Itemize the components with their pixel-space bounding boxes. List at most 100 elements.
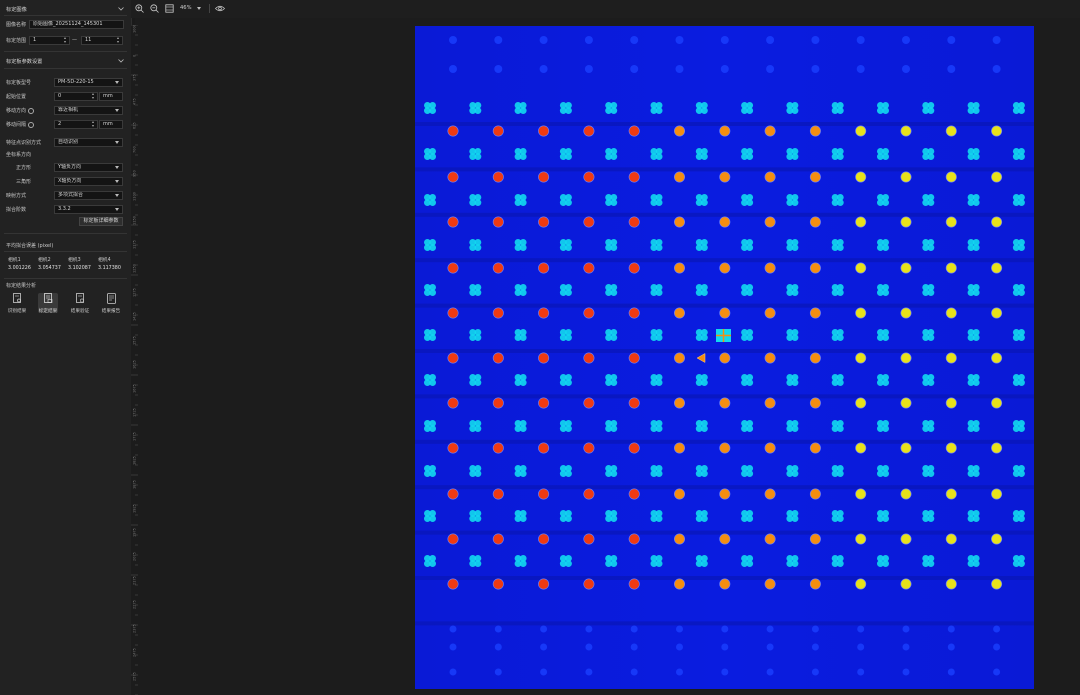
- calibration-dot: [447, 397, 459, 409]
- zoom-out-icon[interactable]: [150, 4, 159, 15]
- tool-recognize-result[interactable]: 识别结果: [7, 293, 27, 314]
- map-label: 映射方式: [6, 193, 27, 199]
- move-dir-select[interactable]: 靠近相机: [54, 105, 123, 115]
- section-board-params-header[interactable]: 标定板参数设置: [0, 55, 131, 67]
- range-from-input[interactable]: 1: [29, 35, 70, 45]
- faint-dot: [766, 36, 775, 44]
- dropdown-arrow-icon: [115, 179, 119, 183]
- calibration-dot: [809, 488, 821, 500]
- marker-cluster-lobe: [474, 515, 482, 522]
- calibration-dot: [538, 216, 550, 228]
- calibration-dot: [538, 533, 550, 545]
- zoom-in-icon[interactable]: [135, 4, 144, 15]
- calibration-dot: [764, 533, 776, 545]
- calibration-dot: [628, 171, 640, 183]
- faint-dot: [630, 65, 639, 73]
- calibration-dot: [719, 307, 731, 319]
- calibration-dot: [583, 578, 595, 590]
- square-direction-select[interactable]: Y轴负方向: [54, 162, 123, 172]
- calibration-dot: [764, 216, 776, 228]
- marker-cluster-lobe: [746, 107, 754, 114]
- start-pos-stepper[interactable]: [90, 93, 95, 100]
- calibration-dot: [447, 216, 459, 228]
- calibration-dot: [945, 397, 957, 409]
- fit-screen-icon[interactable]: [165, 4, 174, 15]
- marker-cluster-lobe: [972, 153, 980, 160]
- board-detail-button[interactable]: 标定板详细参数: [79, 217, 123, 226]
- calibration-dot: [764, 578, 776, 590]
- calibration-dot: [809, 125, 821, 137]
- faint-dot: [902, 65, 910, 73]
- calibration-dot: [492, 216, 504, 228]
- range-to-input[interactable]: 11: [81, 35, 123, 45]
- board-model-select[interactable]: PM-5D-220-15: [54, 77, 123, 87]
- tool-verify-result[interactable]: 结果验证: [70, 293, 90, 314]
- section-calib-image-header[interactable]: 标定图像: [0, 3, 131, 15]
- board-band: [415, 167, 1034, 172]
- marker-cluster-lobe: [746, 244, 754, 252]
- move-step-stepper[interactable]: [90, 121, 95, 128]
- faint-dot: [676, 668, 683, 676]
- feature-select[interactable]: 自动识别: [54, 137, 123, 147]
- faint-dot: [675, 65, 684, 73]
- marker-cluster-lobe: [474, 470, 482, 477]
- calibration-dot: [583, 397, 595, 409]
- marker-cluster-lobe: [927, 289, 935, 296]
- range-to-stepper[interactable]: [115, 37, 120, 44]
- calibration-heatmap-image[interactable]: [415, 26, 1048, 689]
- faint-dot: [494, 36, 503, 44]
- marker-cluster-lobe: [791, 244, 799, 252]
- marker-cluster-lobe: [882, 379, 889, 386]
- ruler-tick-label: 700: [133, 146, 137, 153]
- faint-dot: [811, 65, 820, 73]
- marker-cluster-lobe: [836, 244, 844, 252]
- triangle-direction-select[interactable]: X轴负方向: [54, 176, 123, 186]
- marker-cluster-lobe: [519, 244, 527, 252]
- faint-dot: [721, 668, 729, 676]
- move-step-input[interactable]: 2: [54, 119, 98, 129]
- faint-dot: [630, 668, 638, 676]
- cam-name: 相机1: [8, 258, 21, 263]
- left-panel: 标定图像 图像名称 原始图像_20251124_145301 标定范围 1 — …: [0, 0, 132, 695]
- faint-dot: [585, 625, 593, 633]
- faint-dot: [540, 625, 548, 633]
- start-pos-input[interactable]: 0: [54, 91, 98, 101]
- calibration-dot: [719, 125, 731, 137]
- map-select[interactable]: 多项式拟合: [54, 190, 123, 200]
- chevron-down-icon[interactable]: [117, 5, 125, 13]
- tool-report[interactable]: 结果报告: [101, 293, 121, 314]
- info-icon[interactable]: [27, 107, 34, 114]
- calibration-dot: [809, 578, 821, 590]
- feature-value: 自动识别: [58, 138, 79, 145]
- calibration-dot: [809, 397, 821, 409]
- calibration-dot: [628, 533, 640, 545]
- calibration-dot: [945, 262, 957, 274]
- image-name-field[interactable]: 原始图像_20251124_145301: [29, 19, 124, 29]
- tool-calib-result[interactable]: 标定结果: [38, 293, 58, 314]
- marker-cluster-lobe: [746, 470, 754, 477]
- order-select[interactable]: 3.3.2: [54, 204, 123, 214]
- marker-cluster-lobe: [610, 425, 618, 432]
- zoom-dropdown-icon[interactable]: [197, 7, 201, 10]
- faint-dot: [449, 65, 457, 73]
- calibration-dot: [673, 125, 685, 137]
- eye-icon[interactable]: [215, 4, 225, 15]
- calibration-dot: [945, 533, 957, 545]
- calibration-dot: [809, 262, 821, 274]
- calibration-dot: [447, 171, 459, 183]
- calibration-dot: [945, 578, 957, 590]
- marker-cluster-lobe: [836, 470, 844, 477]
- faint-dot: [902, 36, 910, 44]
- marker-cluster-lobe: [474, 153, 482, 160]
- marker-cluster-lobe: [791, 153, 799, 160]
- faint-dot: [766, 643, 774, 651]
- chevron-down-icon[interactable]: [117, 57, 125, 65]
- calibration-dot: [719, 171, 731, 183]
- calibration-dot: [764, 488, 776, 500]
- range-from-stepper[interactable]: [62, 37, 67, 44]
- marker-cluster-lobe: [655, 334, 663, 341]
- marker-cluster-lobe: [1018, 244, 1025, 252]
- info-icon[interactable]: [27, 121, 34, 128]
- report-icon: [106, 293, 116, 306]
- faint-dot: [584, 36, 593, 44]
